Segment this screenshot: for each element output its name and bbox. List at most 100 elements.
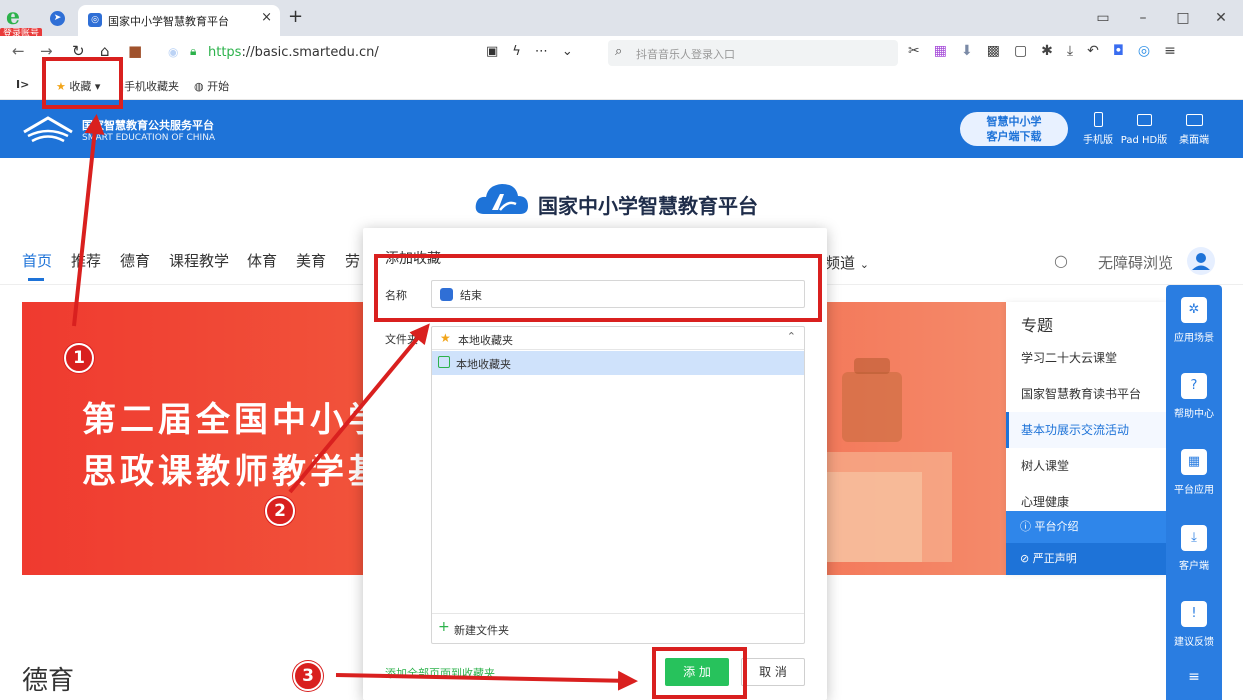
navigation-icon[interactable]: ➤ xyxy=(50,11,65,26)
cloud-logo-icon xyxy=(475,184,528,214)
download-client-icon: ⤓ xyxy=(1181,525,1207,551)
topic-panel: 专题 学习二十大云课堂 国家智慧教育读书平台 基本功展示交流活动 树人课堂 心理… xyxy=(1006,302,1166,575)
screenshot-icon[interactable]: ▣ xyxy=(486,44,512,59)
new-folder-label: 新建文件夹 xyxy=(454,624,509,637)
topic-item-active[interactable]: 基本功展示交流活动 xyxy=(1006,412,1166,448)
nav-home[interactable]: 首页 xyxy=(22,250,52,271)
topic-item[interactable]: 学习二十大云课堂 xyxy=(1006,340,1166,376)
platform-apps-button[interactable]: ▦ 平台应用 xyxy=(1166,449,1222,496)
security-shield-icon: ◉ xyxy=(168,45,179,59)
cancel-button[interactable]: 取 消 xyxy=(741,658,805,686)
skin-icon[interactable]: ▭ xyxy=(1088,0,1118,36)
floating-toolbar: ✲ 应用场景 ? 帮助中心 ▦ 平台应用 ⤓ 客户端 ! 建议反馈 ≡ xyxy=(1166,285,1222,700)
scissors-icon[interactable]: ✂ xyxy=(908,43,934,59)
more-icon[interactable]: ⋯ xyxy=(535,44,562,59)
nav-sports[interactable]: 体育 xyxy=(247,250,277,271)
toolbox-icon[interactable]: ■ xyxy=(128,42,142,60)
browser-logo-icon[interactable]: e xyxy=(6,4,20,30)
nav-active-underline xyxy=(28,278,44,281)
url-text: https://basic.smartedu.cn/ xyxy=(208,45,379,60)
browser-tab-bar: e ➤ ◎ 国家中小学智慧教育平台 × + ▭ – □ ✕ 登录账号 xyxy=(0,0,1243,41)
highlight-name-field xyxy=(374,254,822,322)
site-search-icon[interactable]: ○ xyxy=(1054,251,1068,270)
section-title: 德育 xyxy=(22,666,75,696)
scenes-icon: ✲ xyxy=(1181,297,1207,323)
folder-item-selected[interactable]: 本地收藏夹 xyxy=(432,351,804,375)
apps-grid-icon: ▦ xyxy=(1181,449,1207,475)
platform-logo-icon[interactable] xyxy=(22,114,74,144)
nav-arts[interactable]: 美育 xyxy=(296,250,326,271)
nav-labor[interactable]: 劳 xyxy=(345,250,360,271)
nav-channels-dropdown[interactable]: 频道 ⌄ xyxy=(825,252,869,273)
close-window-button[interactable]: ✕ xyxy=(1206,0,1236,36)
app-scenes-button[interactable]: ✲ 应用场景 xyxy=(1166,297,1222,344)
help-icon: ? xyxy=(1181,373,1207,399)
brand-title: 国家中小学智慧教育平台 xyxy=(538,194,758,218)
user-avatar[interactable] xyxy=(1187,247,1215,275)
statement-link[interactable]: ⊘ 严正声明 xyxy=(1006,543,1166,575)
banner-headline: 第二届全国中小学 思政课教师教学基 xyxy=(82,400,386,492)
search-icon: ⌕ xyxy=(615,44,623,59)
start-link[interactable]: ◍ 开始 xyxy=(194,78,229,94)
ai-icon[interactable]: ◘ xyxy=(1113,43,1138,59)
star-icon: ★ xyxy=(440,331,451,345)
client-download-button[interactable]: 智慧中小学 客户端下载 xyxy=(960,112,1068,146)
browser-toolbar-right: ✂▦⬇▩▢✱⤓↶◘◎≡ xyxy=(908,43,1190,59)
nav-courses[interactable]: 课程教学 xyxy=(169,250,229,271)
game-icon[interactable]: ▩ xyxy=(987,43,1014,59)
platform-name-cn: 国家智慧教育公共服务平台 xyxy=(82,119,214,132)
download-line-2: 客户端下载 xyxy=(986,130,1042,143)
add-all-pages-link[interactable]: 添加全部页面到收藏夹 xyxy=(385,665,495,681)
new-tab-button[interactable]: + xyxy=(288,6,303,27)
plus-icon: + xyxy=(438,619,450,635)
help-center-button[interactable]: ? 帮助中心 xyxy=(1166,373,1222,420)
topic-title: 专题 xyxy=(1021,316,1054,335)
folder-item-label: 本地收藏夹 xyxy=(456,358,511,371)
window-icon[interactable]: ▢ xyxy=(1014,43,1041,59)
highlight-favorites xyxy=(42,57,123,109)
client-button[interactable]: ⤓ 客户端 xyxy=(1166,525,1222,572)
lock-icon: 🔒︎ xyxy=(190,44,197,58)
new-folder-button[interactable]: + 新建文件夹 xyxy=(432,613,804,643)
minimize-button[interactable]: – xyxy=(1128,0,1158,36)
user-icon xyxy=(1192,253,1210,270)
tablet-icon xyxy=(1136,114,1152,126)
desktop-version-link[interactable]: 桌面端 xyxy=(1172,112,1216,146)
accessibility-link[interactable]: 无障碍浏览 xyxy=(1098,252,1173,273)
folder-dropdown[interactable]: ★ 本地收藏夹 ⌃ xyxy=(432,327,804,350)
downloads-icon[interactable]: ⤓ xyxy=(1067,43,1087,59)
folder-dropdown-label: 本地收藏夹 xyxy=(458,334,513,347)
extension-purple-icon[interactable]: ▦ xyxy=(934,43,961,59)
topic-item[interactable]: 树人课堂 xyxy=(1006,448,1166,484)
maximize-button[interactable]: □ xyxy=(1168,0,1198,36)
tab-smartedu[interactable]: ◎ 国家中小学智慧教育平台 × xyxy=(78,5,280,36)
nav-moral[interactable]: 德育 xyxy=(120,250,150,271)
menu-icon[interactable]: ≡ xyxy=(1164,43,1190,59)
chevron-down-icon[interactable]: ⌄ xyxy=(562,44,587,59)
topic-item[interactable]: 国家智慧教育读书平台 xyxy=(1006,376,1166,412)
platform-intro-link[interactable]: ⓘ 平台介绍 xyxy=(1006,511,1166,543)
nav-recommend[interactable]: 推荐 xyxy=(71,250,101,271)
menu-icon[interactable]: ≡ xyxy=(1166,669,1222,685)
folder-label: 文件夹 xyxy=(385,333,418,346)
sync-icon[interactable]: ◎ xyxy=(1138,43,1164,59)
folder-user-icon xyxy=(438,356,450,368)
step-marker-1: 1 xyxy=(64,343,94,373)
mobile-version-link[interactable]: 手机版 xyxy=(1076,112,1120,146)
back-icon[interactable]: ← xyxy=(12,42,25,60)
undo-icon[interactable]: ↶ xyxy=(1087,43,1113,59)
speed-icon[interactable]: ϟ xyxy=(512,44,535,59)
tab-title: 国家中小学智慧教育平台 xyxy=(108,15,229,28)
folder-selector[interactable]: ★ 本地收藏夹 ⌃ 本地收藏夹 + 新建文件夹 xyxy=(431,326,805,644)
sidebar-toggle-icon[interactable]: I> xyxy=(16,78,29,91)
tab-close-icon[interactable]: × xyxy=(261,10,272,25)
feedback-button[interactable]: ! 建议反馈 xyxy=(1166,601,1222,648)
puzzle-icon[interactable]: ✱ xyxy=(1041,43,1067,59)
platform-name-en: SMART EDUCATION OF CHINA xyxy=(82,133,216,143)
phone-icon xyxy=(1093,112,1103,127)
globe-icon: ◍ xyxy=(194,80,204,93)
mobile-favorites-link[interactable]: ▯手机收藏夹 xyxy=(118,78,179,94)
pad-version-link[interactable]: Pad HD版 xyxy=(1120,112,1168,146)
browser-search-input[interactable]: ⌕ 抖音音乐人登录入口 xyxy=(608,40,898,66)
download-arrow-icon[interactable]: ⬇ xyxy=(961,43,987,59)
